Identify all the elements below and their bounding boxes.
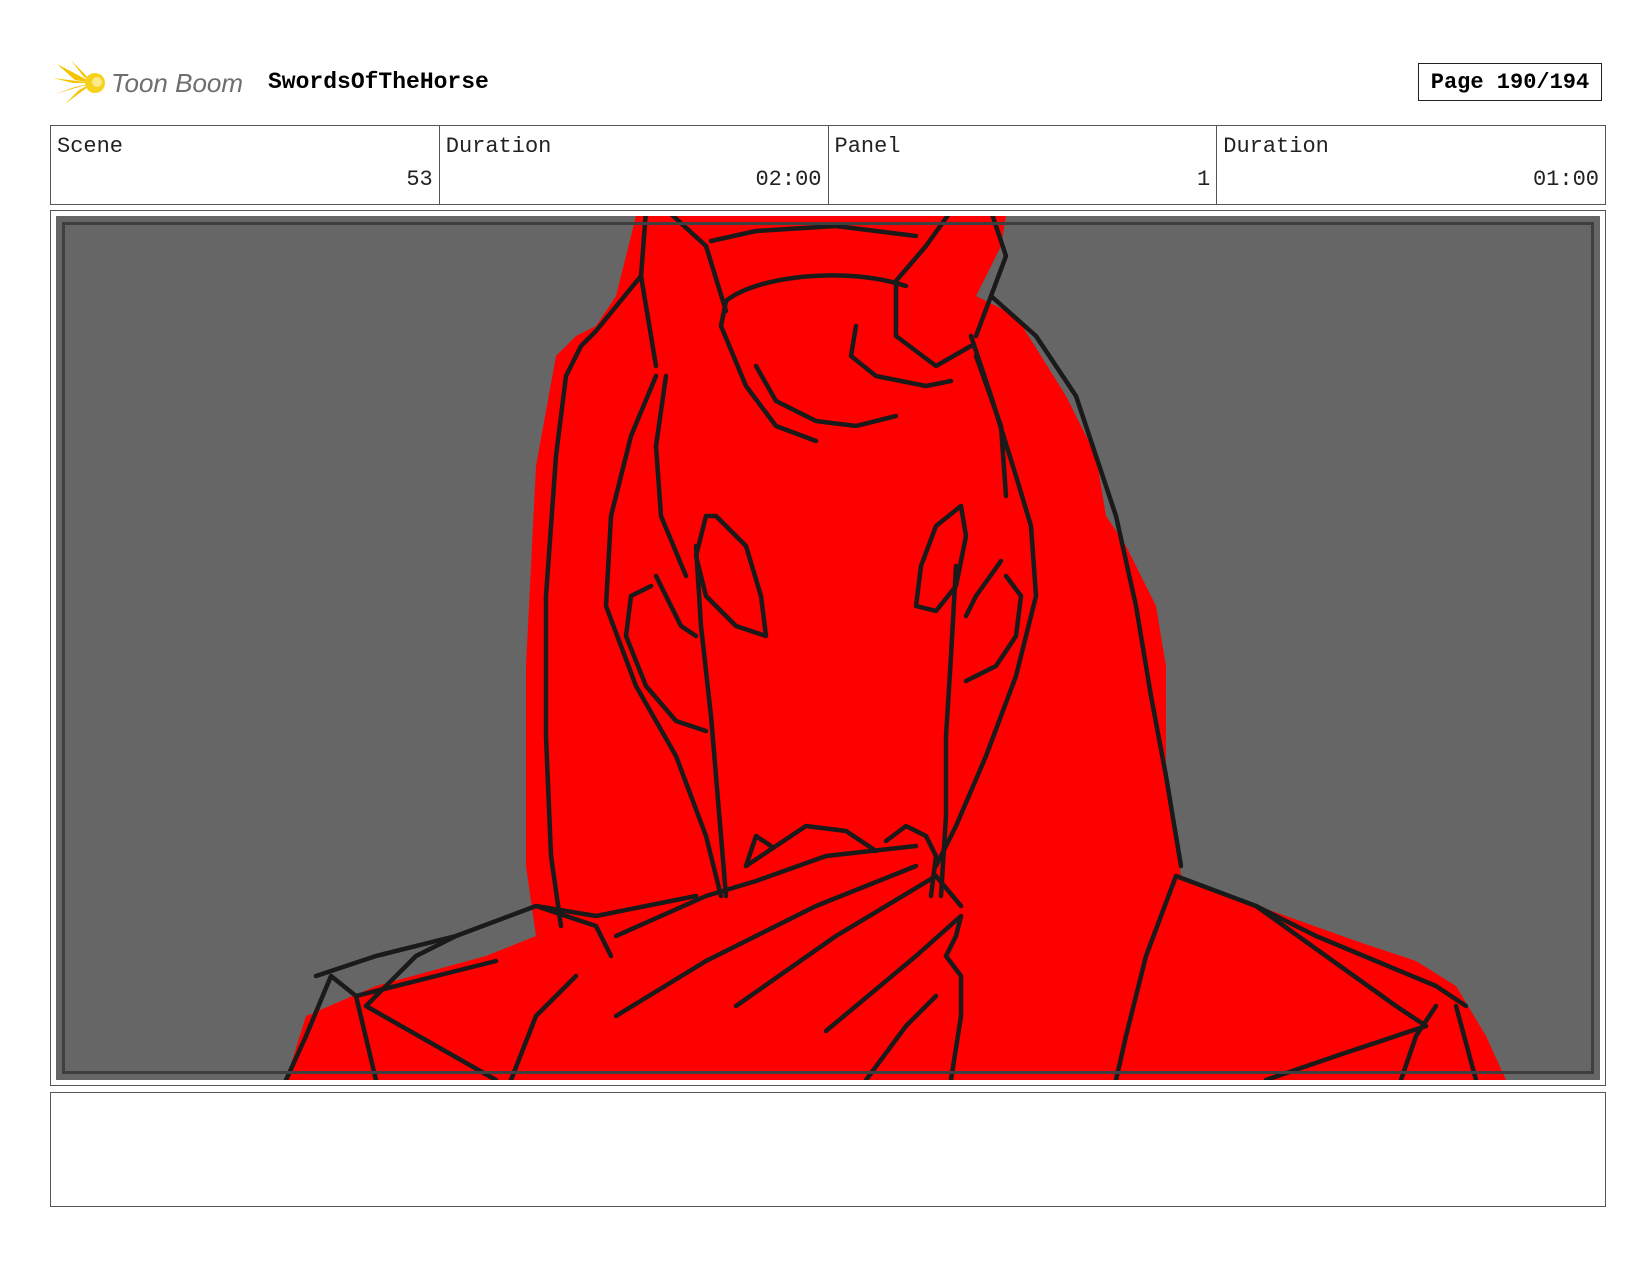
character-fill (286, 216, 1506, 1080)
page-number: Page 190/194 (1418, 63, 1602, 101)
page-header: Toon Boom SwordsOfTheHorse Page 190/194 (50, 55, 1606, 111)
panel-drawing (56, 216, 1600, 1080)
horse-character-drawing (283, 216, 1506, 1080)
storyboard-panel-frame (50, 210, 1606, 1086)
scene-info-row: Scene 53 Duration 02:00 Panel 1 Duration… (50, 125, 1606, 205)
panel-notes-box (50, 1092, 1606, 1207)
logo-text: Toon Boom (111, 68, 244, 98)
starburst-icon (53, 60, 105, 104)
scene-value: 53 (406, 167, 433, 192)
panel-value: 1 (1197, 167, 1211, 192)
panel-label: Panel (834, 134, 901, 159)
panel-duration-value: 01:00 (1532, 167, 1599, 192)
scene-label: Scene (57, 134, 124, 159)
scene-duration-value: 02:00 (755, 167, 822, 192)
toon-boom-logo: Toon Boom (53, 58, 253, 108)
panel-duration-cell: Duration 01:00 (1217, 126, 1605, 204)
panel-cell: Panel 1 (829, 126, 1218, 204)
panel-duration-label: Duration (1223, 134, 1329, 159)
scene-duration-cell: Duration 02:00 (440, 126, 829, 204)
project-title: SwordsOfTheHorse (268, 69, 489, 95)
scene-cell: Scene 53 (51, 126, 440, 204)
scene-duration-label: Duration (445, 134, 552, 159)
